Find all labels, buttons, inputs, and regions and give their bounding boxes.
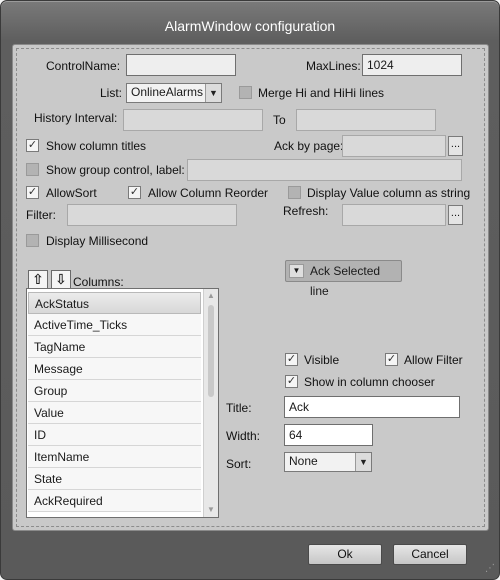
display-millisecond-label: Display Millisecond xyxy=(46,234,149,248)
arrow-down-icon: ⇩ xyxy=(55,271,67,287)
ack-selected-line-label: Ack Selected line xyxy=(310,264,381,298)
merge-hi-hihi-checkbox[interactable] xyxy=(239,86,252,99)
filter-label: Filter: xyxy=(26,208,56,222)
visible-checkbox[interactable]: ✓ xyxy=(285,353,298,366)
list-item[interactable]: AckStatus xyxy=(28,292,201,314)
chevron-down-icon: ▼ xyxy=(205,84,221,102)
ack-by-page-browse-button[interactable]: ... xyxy=(448,136,463,156)
control-name-label: ControlName: xyxy=(46,59,121,73)
refresh-label: Refresh: xyxy=(283,204,329,218)
dropdown-triangle-icon: ▼ xyxy=(289,264,304,278)
show-group-control-checkbox[interactable] xyxy=(26,163,39,176)
show-column-titles-label: Show column titles xyxy=(46,139,147,153)
history-interval-label: History Interval: xyxy=(34,111,118,125)
history-to-label: To xyxy=(273,113,286,127)
alarm-window-config-dialog: AlarmWindow configuration ControlName: M… xyxy=(0,0,500,580)
allow-column-reorder-checkbox[interactable]: ✓ xyxy=(128,186,141,199)
allow-filter-label: Allow Filter xyxy=(404,353,463,367)
max-lines-input[interactable]: 1024 xyxy=(362,54,462,76)
width-label: Width: xyxy=(226,429,261,443)
show-group-control-label: Show group control, label: xyxy=(46,163,185,177)
refresh-input[interactable] xyxy=(342,204,446,226)
history-to-input[interactable] xyxy=(296,109,436,131)
sort-select[interactable]: None ▼ xyxy=(284,452,372,472)
title-input[interactable]: Ack xyxy=(284,396,460,418)
display-value-string-label: Display Value column as string xyxy=(307,186,471,200)
ack-by-page-label: Ack by page: xyxy=(274,139,344,153)
list-select[interactable]: OnlineAlarms ▼ xyxy=(126,83,222,103)
list-item[interactable]: Value xyxy=(28,402,201,424)
list-item[interactable]: Group xyxy=(28,380,201,402)
cancel-button[interactable]: Cancel xyxy=(393,544,467,565)
refresh-browse-button[interactable]: ... xyxy=(448,205,463,225)
display-value-string-checkbox[interactable] xyxy=(288,186,301,199)
control-name-input[interactable] xyxy=(126,54,236,76)
sort-label: Sort: xyxy=(226,457,252,471)
sort-select-value: None xyxy=(289,454,318,468)
list-item[interactable]: AckRequired xyxy=(28,490,201,512)
show-in-chooser-checkbox[interactable]: ✓ xyxy=(285,375,298,388)
group-label-input[interactable] xyxy=(187,159,462,181)
merge-hi-hihi-label: Merge Hi and HiHi lines xyxy=(258,86,385,100)
allow-sort-checkbox[interactable]: ✓ xyxy=(26,186,39,199)
list-item[interactable]: ActiveTime_Ticks xyxy=(28,314,201,336)
list-label: List: xyxy=(100,86,123,100)
show-in-chooser-label: Show in column chooser xyxy=(304,375,435,389)
arrow-up-icon: ⇧ xyxy=(32,271,44,287)
config-panel: ControlName: MaxLines: 1024 List: Online… xyxy=(12,44,489,531)
list-item[interactable]: State xyxy=(28,468,201,490)
list-item[interactable]: ItemName xyxy=(28,446,201,468)
columns-listbox[interactable]: AckStatus ActiveTime_Ticks TagName Messa… xyxy=(26,288,219,518)
chevron-down-icon: ▼ xyxy=(355,453,371,471)
visible-label: Visible xyxy=(304,353,340,367)
columns-scrollbar[interactable]: ▲ ▼ xyxy=(203,289,218,517)
allow-column-reorder-label: Allow Column Reorder xyxy=(148,186,269,200)
scroll-thumb[interactable] xyxy=(208,305,214,397)
show-column-titles-checkbox[interactable]: ✓ xyxy=(26,139,39,152)
move-down-button[interactable]: ⇩ xyxy=(51,270,71,290)
max-lines-label: MaxLines: xyxy=(306,59,361,73)
allow-filter-checkbox[interactable]: ✓ xyxy=(385,353,398,366)
history-from-input[interactable] xyxy=(123,109,263,131)
list-item[interactable]: ID xyxy=(28,424,201,446)
resize-grip-icon[interactable]: ⋰ xyxy=(483,563,495,575)
list-item[interactable]: Message xyxy=(28,358,201,380)
ack-selected-line-button[interactable]: ▼ Ack Selected line xyxy=(285,260,402,298)
filter-input[interactable] xyxy=(67,204,237,226)
display-millisecond-checkbox[interactable] xyxy=(26,234,39,247)
list-select-value: OnlineAlarms xyxy=(131,85,204,99)
columns-label: Columns: xyxy=(73,275,124,289)
allow-sort-label: AllowSort xyxy=(46,186,97,200)
window-title: AlarmWindow configuration xyxy=(164,18,336,34)
scroll-up-icon[interactable]: ▲ xyxy=(204,289,218,303)
width-input[interactable]: 64 xyxy=(284,424,373,446)
list-item[interactable]: TagName xyxy=(28,336,201,358)
move-up-button[interactable]: ⇧ xyxy=(28,270,48,290)
title-label: Title: xyxy=(226,401,252,415)
ok-button[interactable]: Ok xyxy=(308,544,382,565)
scroll-down-icon[interactable]: ▼ xyxy=(204,503,218,517)
ack-by-page-input[interactable] xyxy=(342,135,446,157)
